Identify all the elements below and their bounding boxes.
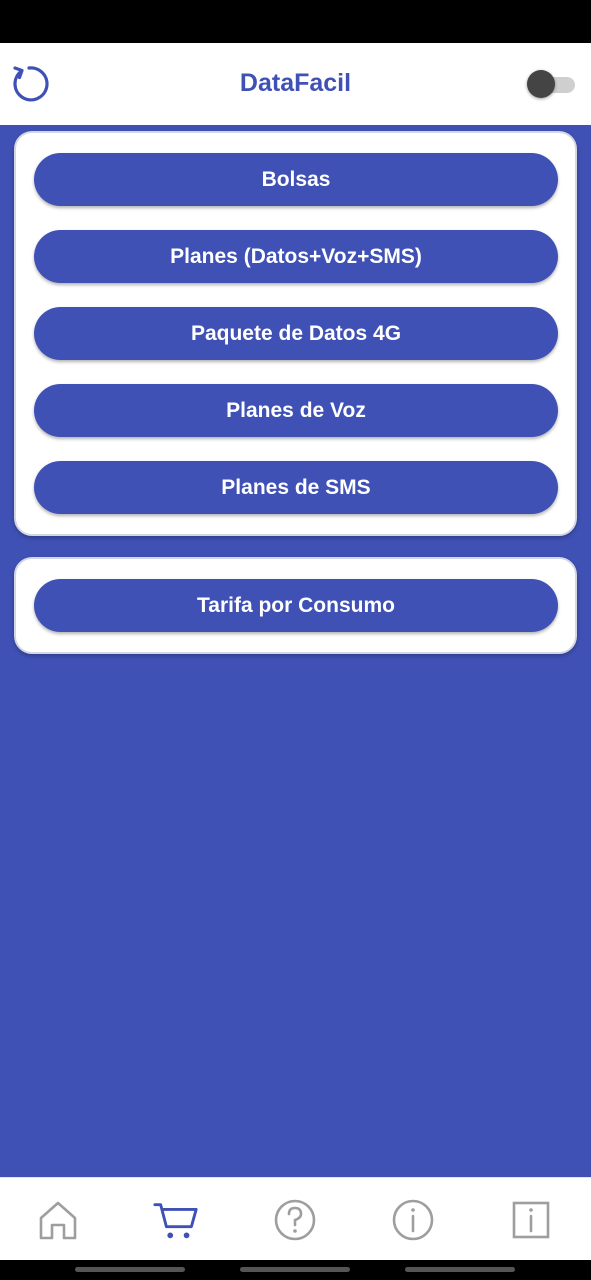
planes-voz-button[interactable]: Planes de Voz — [34, 384, 558, 437]
help-icon — [274, 1199, 316, 1241]
gesture-pill-center[interactable] — [240, 1267, 350, 1272]
nav-info[interactable] — [389, 1196, 437, 1244]
planes-sms-button[interactable]: Planes de SMS — [34, 461, 558, 514]
nav-about[interactable] — [507, 1196, 555, 1244]
planes-datos-voz-sms-button[interactable]: Planes (Datos+Voz+SMS) — [34, 230, 558, 283]
nav-help[interactable] — [271, 1196, 319, 1244]
nav-home[interactable] — [34, 1196, 82, 1244]
info-icon — [392, 1199, 434, 1241]
app-header: DataFacil — [0, 43, 591, 125]
home-icon — [39, 1201, 77, 1240]
tarifa-por-consumo-button[interactable]: Tarifa por Consumo — [34, 579, 558, 632]
app-title: DataFacil — [239, 69, 352, 97]
nav-cart[interactable] — [152, 1196, 200, 1244]
gesture-pill-right — [405, 1267, 515, 1272]
info-box-icon — [512, 1201, 550, 1239]
dark-mode-toggle[interactable] — [527, 69, 577, 99]
plans-menu-card: Bolsas Planes (Datos+Voz+SMS) Paquete de… — [14, 131, 577, 536]
cart-icon — [153, 1203, 198, 1239]
toggle-knob — [527, 70, 555, 98]
consumption-card: Tarifa por Consumo — [14, 557, 577, 654]
system-gesture-bar — [0, 1260, 591, 1280]
status-bar — [0, 0, 591, 43]
paquete-datos-4g-button[interactable]: Paquete de Datos 4G — [34, 307, 558, 360]
gesture-pill-left — [75, 1267, 185, 1272]
bolsas-button[interactable]: Bolsas — [34, 153, 558, 206]
bottom-navigation — [0, 1177, 591, 1260]
